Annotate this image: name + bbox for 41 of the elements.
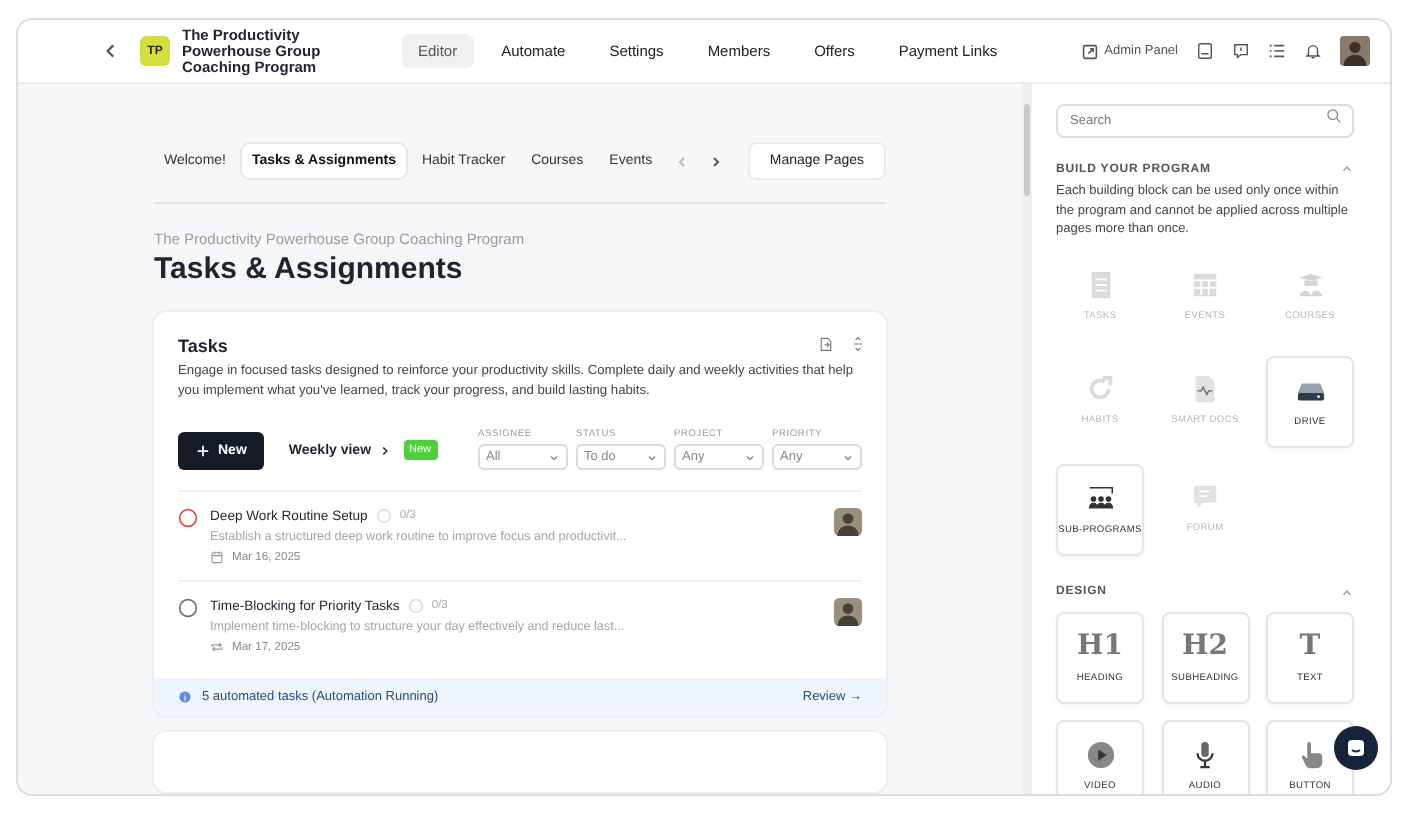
collapse-icon[interactable] xyxy=(850,336,866,352)
refresh-icon xyxy=(1085,373,1115,403)
repeat-icon xyxy=(210,640,224,654)
chevron-down-icon xyxy=(646,451,658,463)
page-title: Tasks & Assignments xyxy=(154,252,465,286)
calendar-icon xyxy=(1190,269,1220,299)
chevron-right-icon[interactable] xyxy=(708,153,725,169)
chevron-down-icon xyxy=(744,451,756,463)
assignee-avatar xyxy=(834,508,862,536)
chevron-down-icon xyxy=(842,451,854,463)
status-circle[interactable] xyxy=(178,508,198,528)
chat-button[interactable] xyxy=(1334,726,1378,770)
search-icon[interactable] xyxy=(1326,107,1342,123)
chevron-icon[interactable] xyxy=(1340,585,1354,599)
chevron-icon[interactable] xyxy=(1340,162,1354,176)
list-icon[interactable] xyxy=(1268,42,1286,60)
speech-bubble-icon xyxy=(1190,481,1220,511)
play-icon xyxy=(1085,739,1115,769)
microphone-icon xyxy=(1190,739,1220,769)
plus-icon xyxy=(196,444,210,458)
status-circle[interactable] xyxy=(178,598,198,618)
chat-bubble-icon xyxy=(1344,736,1368,760)
chevron-right-icon xyxy=(377,444,392,458)
card-title: Tasks xyxy=(178,336,228,356)
progress-ring-icon xyxy=(375,508,392,524)
assignee-avatar xyxy=(834,598,862,626)
external-link-icon xyxy=(1082,43,1099,59)
graduation-cap-icon xyxy=(1295,269,1325,299)
export-icon[interactable] xyxy=(818,336,834,352)
progress-ring-icon xyxy=(407,598,424,614)
scrollbar-thumb[interactable] xyxy=(1024,104,1030,196)
chat-icon[interactable] xyxy=(1232,42,1250,60)
back-icon[interactable] xyxy=(102,42,120,60)
info-icon xyxy=(178,690,192,704)
document-icon xyxy=(1190,373,1220,403)
chevron-down-icon xyxy=(548,451,560,463)
people-icon xyxy=(1085,483,1115,513)
user-avatar[interactable] xyxy=(1340,36,1370,66)
preview-icon[interactable] xyxy=(1196,42,1214,60)
calendar-icon xyxy=(210,550,224,564)
bell-icon[interactable] xyxy=(1304,42,1322,60)
